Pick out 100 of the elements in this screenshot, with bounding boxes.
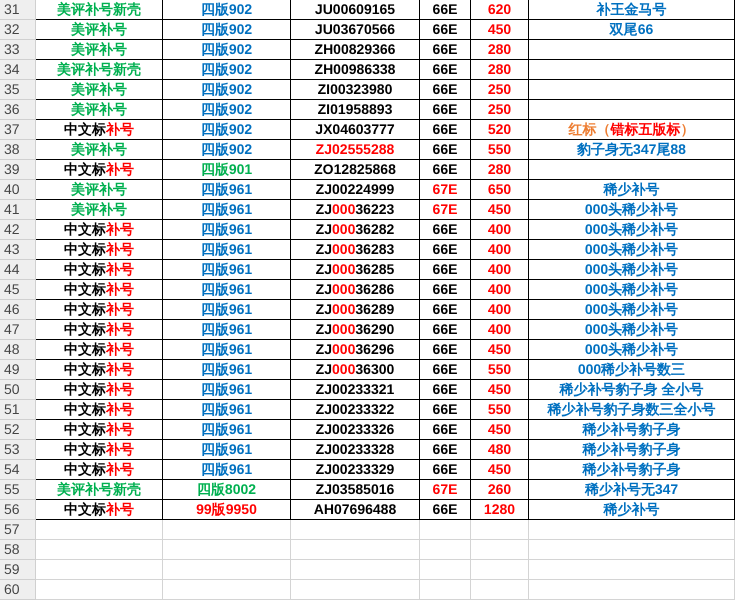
row-header[interactable]: 54: [0, 460, 36, 480]
table-cell: 豹子身无347尾88: [529, 140, 735, 160]
table-cell: 66E: [420, 400, 471, 420]
table-cell: 000稀少补号数三: [529, 360, 735, 380]
row-header[interactable]: 45: [0, 280, 36, 300]
table-cell: 中文标补号: [36, 400, 163, 420]
table-cell: 000头稀少补号: [529, 280, 735, 300]
table-cell: 000头稀少补号: [529, 240, 735, 260]
table-cell: 67E: [420, 480, 471, 500]
table-cell: 美评补号: [36, 80, 163, 100]
table-cell: 中文标补号: [36, 300, 163, 320]
table-cell: ZH00829366: [291, 40, 420, 60]
table-cell: [420, 540, 471, 560]
table-cell: 四版902: [163, 40, 291, 60]
table-cell: 稀少补号无347: [529, 480, 735, 500]
table-cell: 四版961: [163, 380, 291, 400]
table-cell: 280: [471, 160, 529, 180]
row-header[interactable]: 51: [0, 400, 36, 420]
table-cell: 中文标补号: [36, 260, 163, 280]
table-cell: 四版961: [163, 460, 291, 480]
row-header[interactable]: 55: [0, 480, 36, 500]
table-cell: 中文标补号: [36, 160, 163, 180]
row-header[interactable]: 59: [0, 560, 36, 580]
table-cell: 四版961: [163, 300, 291, 320]
row-header[interactable]: 41: [0, 200, 36, 220]
row-header[interactable]: 50: [0, 380, 36, 400]
table-cell: 66E: [420, 280, 471, 300]
table-cell: 稀少补号: [529, 500, 735, 520]
table-cell: 四版961: [163, 180, 291, 200]
row-header[interactable]: 53: [0, 440, 36, 460]
table-cell: 66E: [420, 160, 471, 180]
table-cell: 美评补号: [36, 20, 163, 40]
table-cell: 66E: [420, 420, 471, 440]
table-cell: [420, 580, 471, 600]
table-cell: 280: [471, 40, 529, 60]
table-cell: 000头稀少补号: [529, 340, 735, 360]
table-cell: 中文标补号: [36, 380, 163, 400]
table-cell: 中文标补号: [36, 500, 163, 520]
row-header[interactable]: 42: [0, 220, 36, 240]
table-cell: 美评补号: [36, 100, 163, 120]
table-cell: 000头稀少补号: [529, 260, 735, 280]
row-header[interactable]: 37: [0, 120, 36, 140]
row-header[interactable]: 56: [0, 500, 36, 520]
table-cell: 四版961: [163, 400, 291, 420]
table-cell: 美评补号新壳: [36, 0, 163, 20]
table-cell: JX04603777: [291, 120, 420, 140]
row-header[interactable]: 38: [0, 140, 36, 160]
row-header[interactable]: 60: [0, 580, 36, 600]
table-cell: 66E: [420, 140, 471, 160]
table-cell: ZJ00036286: [291, 280, 420, 300]
row-header[interactable]: 57: [0, 520, 36, 540]
row-header[interactable]: 58: [0, 540, 36, 560]
row-header[interactable]: 43: [0, 240, 36, 260]
table-cell: 中文标补号: [36, 360, 163, 380]
row-header[interactable]: 39: [0, 160, 36, 180]
row-header[interactable]: 48: [0, 340, 36, 360]
table-cell: ZJ00036282: [291, 220, 420, 240]
table-cell: 550: [471, 140, 529, 160]
table-cell: 稀少补号豹子身: [529, 440, 735, 460]
table-cell: 66E: [420, 360, 471, 380]
table-cell: ZO12825868: [291, 160, 420, 180]
row-header[interactable]: 33: [0, 40, 36, 60]
table-cell: 66E: [420, 240, 471, 260]
table-cell: 450: [471, 340, 529, 360]
table-cell: [471, 560, 529, 580]
table-cell: 稀少补号豹子身 全小号: [529, 380, 735, 400]
table-cell: 000头稀少补号: [529, 320, 735, 340]
table-cell: 中文标补号: [36, 460, 163, 480]
row-header[interactable]: 49: [0, 360, 36, 380]
row-header[interactable]: 52: [0, 420, 36, 440]
table-cell: 66E: [420, 440, 471, 460]
row-header[interactable]: 31: [0, 0, 36, 20]
table-cell: 450: [471, 380, 529, 400]
table-cell: ZJ02555288: [291, 140, 420, 160]
row-header[interactable]: 47: [0, 320, 36, 340]
table-cell: 中文标补号: [36, 120, 163, 140]
table-cell: ZJ03585016: [291, 480, 420, 500]
table-cell: 650: [471, 180, 529, 200]
table-cell: 66E: [420, 80, 471, 100]
row-header[interactable]: 46: [0, 300, 36, 320]
row-header[interactable]: 40: [0, 180, 36, 200]
table-cell: 99版9950: [163, 500, 291, 520]
table-cell: 美评补号新壳: [36, 60, 163, 80]
table-cell: 1280: [471, 500, 529, 520]
table-cell: 四版961: [163, 320, 291, 340]
row-header[interactable]: 36: [0, 100, 36, 120]
table-cell: 四版961: [163, 340, 291, 360]
table-cell: 66E: [420, 20, 471, 40]
table-cell: 稀少补号豹子身: [529, 460, 735, 480]
table-cell: 66E: [420, 380, 471, 400]
table-cell: 四版902: [163, 100, 291, 120]
row-header[interactable]: 35: [0, 80, 36, 100]
table-cell: 450: [471, 20, 529, 40]
table-cell: 67E: [420, 200, 471, 220]
row-header[interactable]: 32: [0, 20, 36, 40]
row-header[interactable]: 34: [0, 60, 36, 80]
table-cell: ZI00323980: [291, 80, 420, 100]
table-cell: 中文标补号: [36, 440, 163, 460]
row-header[interactable]: 44: [0, 260, 36, 280]
table-cell: 250: [471, 80, 529, 100]
